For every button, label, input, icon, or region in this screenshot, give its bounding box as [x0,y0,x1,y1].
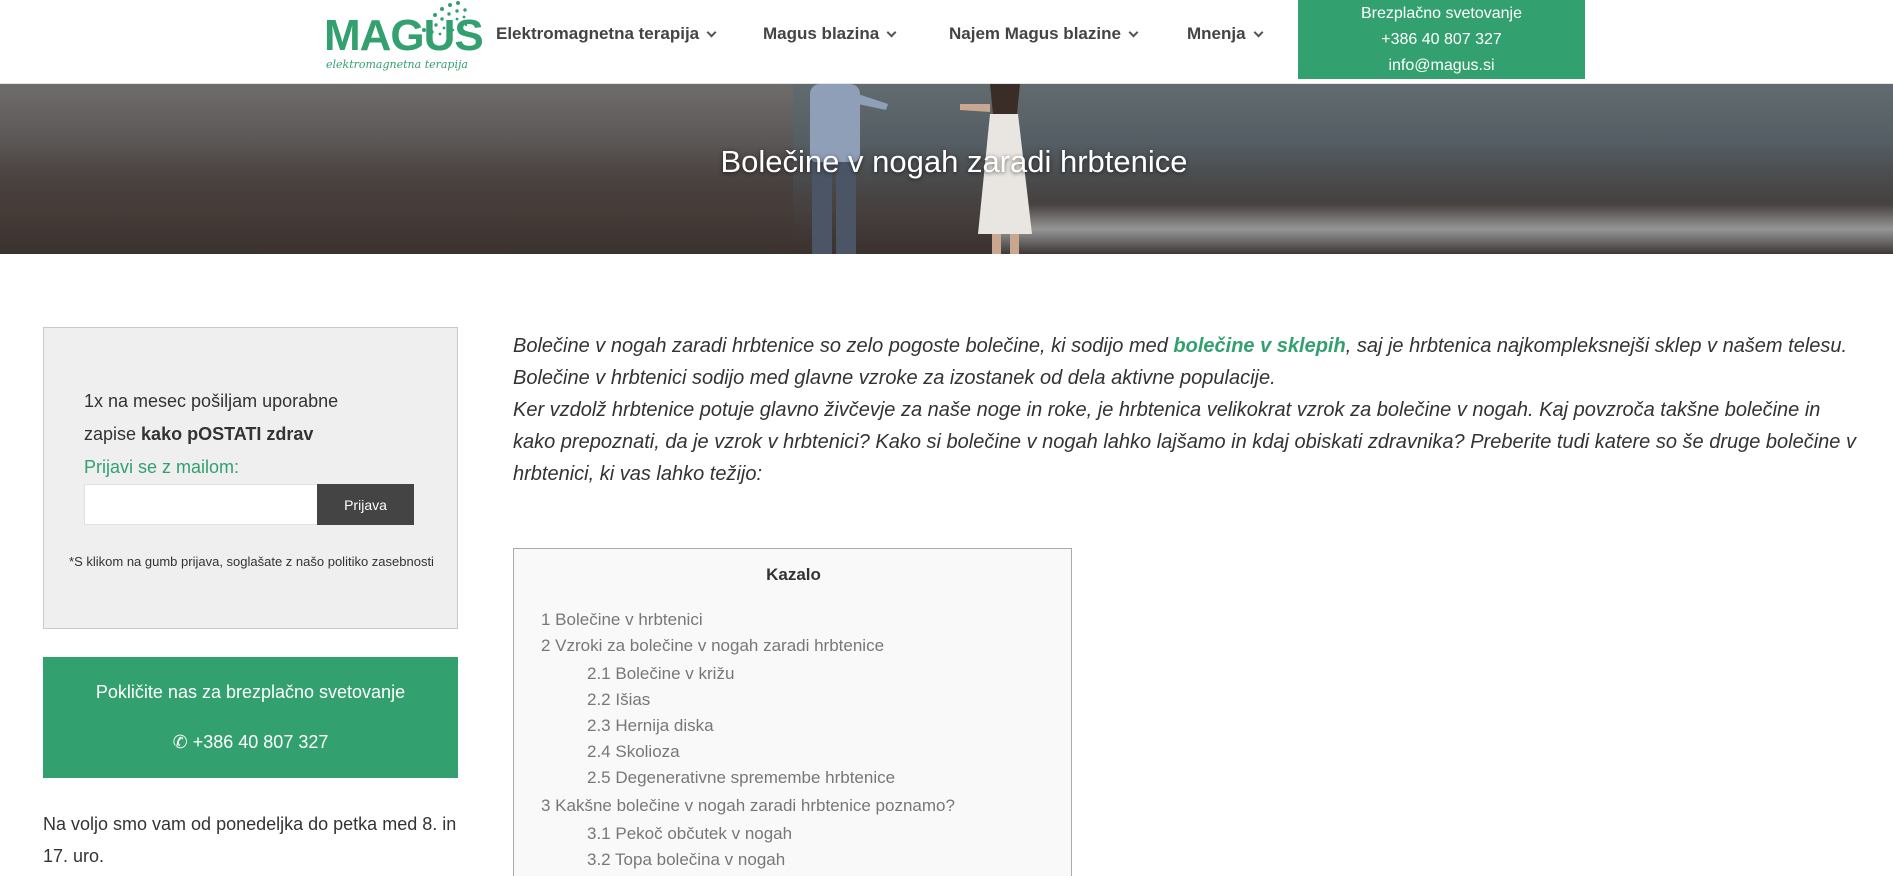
toc-link[interactable]: 2.4 Skolioza [587,742,680,762]
intro-paragraph-1: Bolečine v nogah zaradi hrbtenice so zel… [513,330,1863,362]
contact-phone[interactable]: +386 40 807 327 [1298,27,1585,53]
nav-item-mnenja[interactable]: Mnenja [1187,24,1264,44]
intro-text: , saj je hrbtenica najkompleksnejši skle… [1345,335,1848,357]
hero-banner: Bolečine v nogah zaradi hrbtenice [0,84,1893,254]
toc-link[interactable]: 2.1 Bolečine v križu [587,664,734,684]
nav-item-label: Najem Magus blazine [949,24,1121,43]
newsletter-text-line2: zapise kako pOSTATI zdrav [84,424,313,445]
privacy-note: *S klikom na gumb prijava, soglašate z n… [69,554,434,569]
toc-link[interactable]: 3.1 Pekoč občutek v nogah [587,824,792,844]
logo-tagline: elektromagnetna terapija [326,58,468,71]
nav-item-label: Magus blazina [763,24,880,43]
chevron-down-icon [886,27,897,38]
email-field[interactable] [84,484,318,525]
chevron-down-icon [1128,27,1139,38]
intro-paragraph-2: Bolečine v hrbtenici sodijo med glavne v… [513,367,1276,389]
toc-link[interactable]: 1 Bolečine v hrbtenici [541,610,703,630]
nav-item-label: Mnenja [1187,24,1246,43]
toc-title: Kazalo [766,565,821,584]
newsletter-text-bold: kako pOSTATI zdrav [141,424,314,444]
page-title: Bolečine v nogah zaradi hrbtenice [720,144,1188,179]
office-hours: Na voljo smo vam od ponedeljka do petka … [43,814,457,866]
nav-item-elektromagnetna-terapija[interactable]: Elektromagnetna terapija [496,24,717,44]
subscribe-button[interactable]: Prijava [317,484,414,525]
article-intro: Bolečine v nogah zaradi hrbtenice so zel… [513,330,1863,490]
nav-item-magus-blazina[interactable]: Magus blazina [763,24,897,44]
toc-link[interactable]: 3 Kakšne bolečine v nogah zaradi hrbteni… [541,796,955,816]
toc-link[interactable]: 2 Vzroki za bolečine v nogah zaradi hrbt… [541,636,884,656]
newsletter-label: Prijavi se z mailom: [84,457,240,477]
newsletter-text-line1: 1x na mesec pošiljam uporabne [84,391,339,411]
toc-link[interactable]: 3.2 Topa bolečina v nogah [587,850,785,870]
hero-wave [1000,204,1893,254]
logo[interactable]: MAGUS elektromagnetna terapija [322,0,484,80]
contact-email[interactable]: info@magus.si [1298,53,1585,79]
nav-item-najem-magus-blazine[interactable]: Najem Magus blazine [949,24,1139,44]
chevron-down-icon [1253,27,1264,38]
call-phone[interactable]: ✆ +386 40 807 327 [43,732,458,753]
link-bolecine-v-sklepih[interactable]: bolečine v sklepih [1173,335,1345,357]
site-header: MAGUS elektromagnetna terapija Elektroma… [0,0,1893,84]
intro-paragraph-3: Ker vzdolž hrbtenice potuje glavno živče… [513,399,1856,485]
nav-item-label: Elektromagnetna terapija [496,24,700,43]
call-text: Pokličite nas za brezplačno svetovanje [95,682,406,702]
contact-box[interactable]: Brezplačno svetovanje +386 40 807 327 in… [1298,0,1585,79]
newsletter-widget: 1x na mesec pošiljam uporabne zapise kak… [43,327,458,629]
contact-title: Brezplačno svetovanje [1361,5,1522,22]
toc-link[interactable]: 2.2 Išias [587,690,650,710]
chevron-down-icon [706,27,717,38]
toc-link[interactable]: 2.3 Hernija diska [587,716,714,736]
intro-text: Bolečine v nogah zaradi hrbtenice so zel… [513,335,1174,357]
logo-wordmark: MAGUS [324,11,484,60]
table-of-contents: Kazalo 1 Bolečine v hrbtenici 2 Vzroki z… [513,548,1072,876]
call-widget[interactable]: Pokličite nas za brezplačno svetovanje ✆… [43,657,458,778]
newsletter-text-prefix: zapise [84,424,142,444]
toc-link[interactable]: 2.5 Degenerativne spremembe hrbtenice [587,768,895,788]
